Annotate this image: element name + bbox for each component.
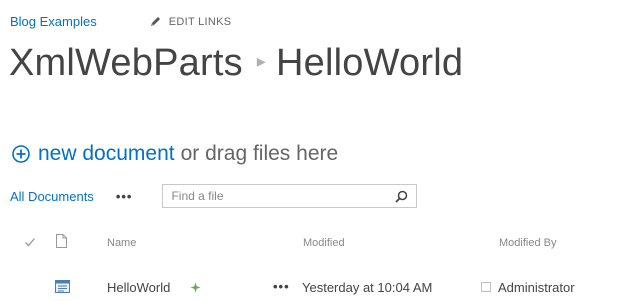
column-header-modified-by[interactable]: Modified By [499, 237, 556, 249]
search-icon[interactable] [395, 190, 408, 203]
row-more-button[interactable]: ••• [273, 279, 290, 294]
view-more-button[interactable]: ••• [116, 189, 133, 204]
site-link[interactable]: Blog Examples [10, 14, 97, 29]
drag-files-hint: or drag files here [180, 142, 339, 165]
presence-icon [481, 282, 491, 292]
view-toolbar: All Documents ••• [10, 184, 418, 208]
new-item-badge-icon [190, 282, 201, 293]
search-box[interactable] [162, 184, 418, 208]
column-header-name[interactable]: Name [107, 237, 136, 249]
plus-circle-icon[interactable] [12, 145, 30, 163]
page-title: XmlWebParts ▸ HelloWorld [9, 42, 463, 85]
table-row[interactable]: HelloWorld ••• Yesterday at 10:04 AM Adm… [0, 279, 633, 299]
checkmark-icon[interactable] [24, 236, 36, 248]
column-header-modified[interactable]: Modified [303, 237, 345, 249]
view-all-documents[interactable]: All Documents [10, 189, 94, 204]
breadcrumb-current: HelloWorld [276, 42, 464, 84]
document-name-link[interactable]: HelloWorld [107, 280, 170, 295]
edit-links-button[interactable]: EDIT LINKS [149, 15, 232, 28]
row-modified-by[interactable]: Administrator [498, 280, 575, 295]
list-header: Name Modified Modified By [0, 234, 633, 254]
breadcrumb-parent[interactable]: XmlWebParts [9, 42, 243, 85]
row-modified: Yesterday at 10:04 AM [302, 280, 433, 295]
new-document-link[interactable]: new document [38, 142, 175, 166]
breadcrumb-separator-icon: ▸ [256, 51, 267, 71]
edit-links-label: EDIT LINKS [168, 15, 232, 28]
pencil-icon [150, 17, 160, 26]
search-input[interactable] [171, 189, 372, 203]
xml-file-icon [55, 280, 70, 293]
document-icon [56, 234, 67, 248]
top-links: Blog Examples EDIT LINKS [10, 14, 231, 29]
new-document-row: new document or drag files here [12, 142, 338, 166]
